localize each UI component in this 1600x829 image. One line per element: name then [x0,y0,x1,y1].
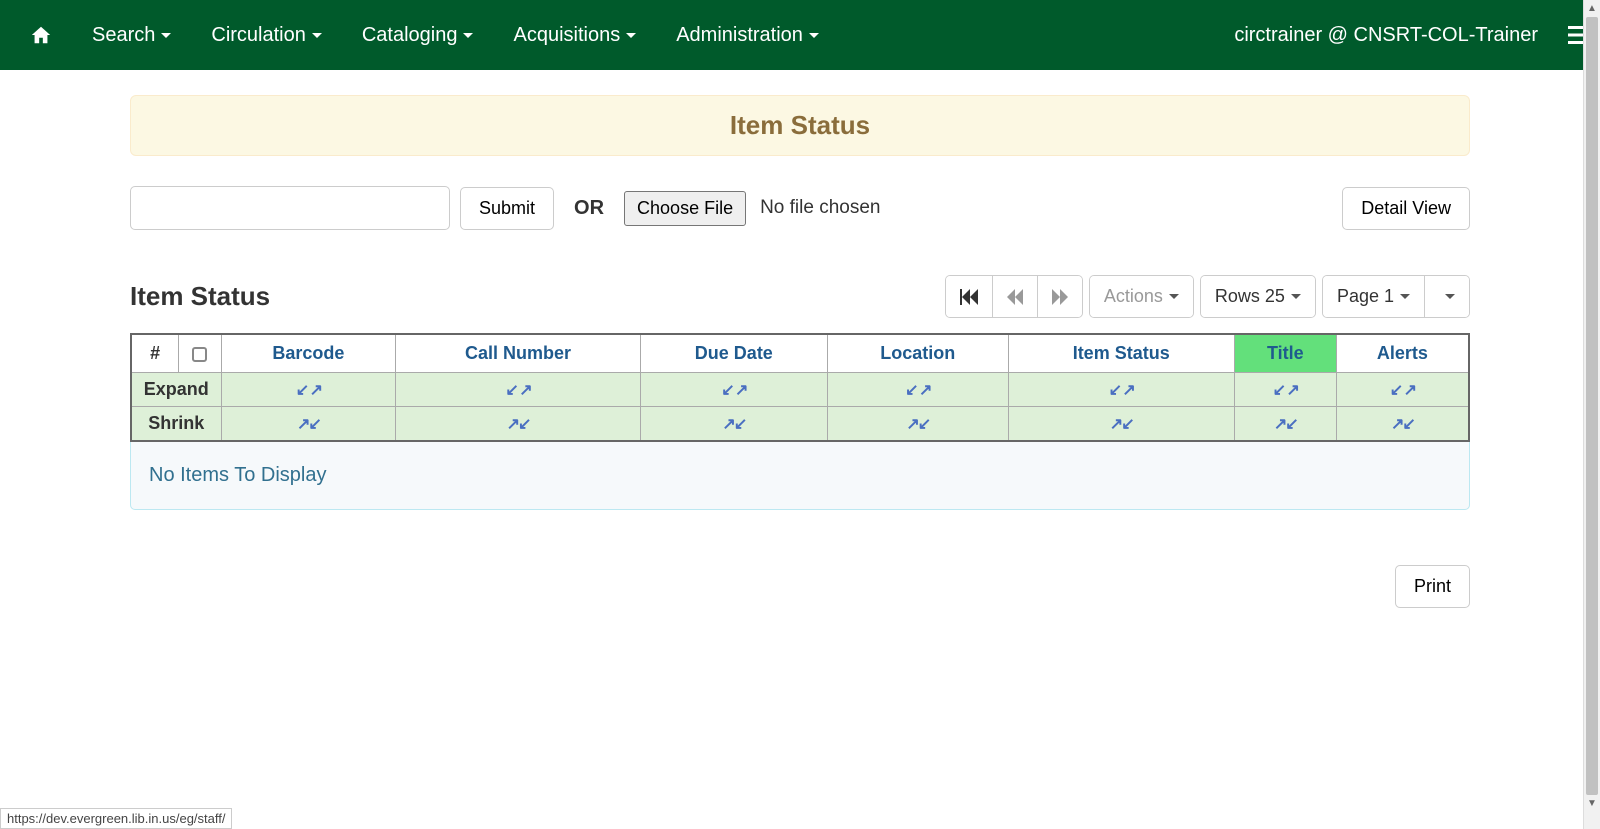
col-call-number[interactable]: Call Number [396,334,641,373]
print-row: Print [130,565,1470,608]
empty-message: No Items To Display [130,442,1470,510]
expand-label: Expand [131,373,221,407]
actions-dropdown[interactable]: Actions [1090,276,1193,317]
expand-cell[interactable]: ↙ ↗ [221,373,396,407]
expand-cell[interactable]: ↙ ↗ [1336,373,1469,407]
shrink-icon: ↗↙ [722,416,745,433]
nav-label: Cataloging [362,24,458,47]
expand-cell[interactable]: ↙ ↗ [1008,373,1234,407]
chevron-down-icon [1169,294,1179,299]
col-item-status[interactable]: Item Status [1008,334,1234,373]
detail-view-button[interactable]: Detail View [1342,187,1470,230]
grid-toolbar: Actions Rows 25 Page 1 [939,275,1470,318]
nav-search[interactable]: Search [72,0,191,70]
print-button[interactable]: Print [1395,565,1470,608]
nav-administration[interactable]: Administration [656,0,839,70]
nav-acquisitions[interactable]: Acquisitions [493,0,656,70]
nav-circulation[interactable]: Circulation [191,0,341,70]
choose-file-button[interactable]: Choose File [624,191,746,226]
scrollbar[interactable]: ▲ ▼ [1583,0,1600,829]
expand-icon: ↙ ↗ [1390,382,1415,399]
shrink-label: Shrink [131,407,221,442]
shrink-cell[interactable]: ↗↙ [640,407,827,442]
expand-row: Expand ↙ ↗ ↙ ↗ ↙ ↗ ↙ ↗ ↙ ↗ ↙ ↗ ↙ ↗ [131,373,1469,407]
user-label[interactable]: circtrainer @ CNSRT-COL-Trainer [1234,24,1538,47]
page-next-button[interactable] [1038,276,1082,317]
scroll-thumb[interactable] [1586,17,1598,795]
col-title[interactable]: Title [1234,334,1336,373]
expand-cell[interactable]: ↙ ↗ [396,373,641,407]
scroll-down-icon[interactable]: ▼ [1584,795,1600,812]
chevron-down-icon [1445,294,1455,299]
rows-label: Rows 25 [1215,286,1285,307]
status-bar: https://dev.evergreen.lib.in.us/eg/staff… [0,808,232,829]
expand-cell[interactable]: ↙ ↗ [1234,373,1336,407]
expand-icon: ↙ ↗ [505,382,530,399]
chevron-down-icon [312,33,322,38]
chevron-down-icon [1291,294,1301,299]
nav-left: Search Circulation Cataloging Acquisitio… [10,0,839,70]
chevron-down-icon [1400,294,1410,299]
shrink-icon: ↗↙ [1274,416,1297,433]
shrink-cell[interactable]: ↗↙ [827,407,1008,442]
chevron-down-icon [161,33,171,38]
chevron-down-icon [463,33,473,38]
nav-label: Administration [676,24,803,47]
expand-icon: ↙ ↗ [296,382,321,399]
shrink-icon: ↗↙ [1391,416,1414,433]
input-row: Submit OR Choose File No file chosen Det… [130,186,1470,230]
shrink-icon: ↗↙ [1110,416,1133,433]
nav-label: Acquisitions [513,24,620,47]
section-header: Item Status Actions Rows 25 Page 1 [130,275,1470,318]
col-location[interactable]: Location [827,334,1008,373]
page-title: Item Status [130,95,1470,156]
col-alerts[interactable]: Alerts [1336,334,1469,373]
shrink-cell[interactable]: ↗↙ [396,407,641,442]
expand-icon: ↙ ↗ [721,382,746,399]
shrink-icon: ↗↙ [906,416,929,433]
section-title: Item Status [130,281,270,312]
or-label: OR [574,197,604,220]
col-barcode[interactable]: Barcode [221,334,396,373]
page-first-button[interactable] [946,276,993,317]
shrink-cell[interactable]: ↗↙ [1336,407,1469,442]
actions-label: Actions [1104,286,1163,307]
shrink-cell[interactable]: ↗↙ [1234,407,1336,442]
grid: # Barcode Call Number Due Date Location … [130,333,1470,510]
submit-button[interactable]: Submit [460,187,554,230]
col-select-all[interactable] [179,334,221,373]
expand-icon: ↙ ↗ [905,382,930,399]
nav-cataloging[interactable]: Cataloging [342,0,494,70]
navbar: Search Circulation Cataloging Acquisitio… [0,0,1600,70]
checkbox-icon[interactable] [192,347,207,362]
col-due-date[interactable]: Due Date [640,334,827,373]
shrink-row: Shrink ↗↙ ↗↙ ↗↙ ↗↙ ↗↙ ↗↙ ↗↙ [131,407,1469,442]
page-prev-button[interactable] [993,276,1038,317]
expand-cell[interactable]: ↙ ↗ [640,373,827,407]
shrink-icon: ↗↙ [297,416,320,433]
shrink-icon: ↗↙ [507,416,530,433]
shrink-cell[interactable]: ↗↙ [1008,407,1234,442]
rows-dropdown[interactable]: Rows 25 [1201,276,1315,317]
header-row: # Barcode Call Number Due Date Location … [131,334,1469,373]
barcode-input[interactable] [130,186,450,230]
expand-icon: ↙ ↗ [1273,382,1298,399]
settings-dropdown[interactable] [1425,276,1469,317]
col-num[interactable]: # [131,334,179,373]
expand-cell[interactable]: ↙ ↗ [827,373,1008,407]
nav-right: circtrainer @ CNSRT-COL-Trainer [1234,24,1590,47]
page-label: Page 1 [1337,286,1394,307]
file-status: No file chosen [760,197,880,219]
nav-label: Circulation [211,24,305,47]
shrink-cell[interactable]: ↗↙ [221,407,396,442]
nav-label: Search [92,24,155,47]
page-dropdown[interactable]: Page 1 [1323,276,1425,317]
home-icon[interactable] [10,0,72,70]
chevron-down-icon [626,33,636,38]
scroll-up-icon[interactable]: ▲ [1584,0,1600,17]
chevron-down-icon [809,33,819,38]
expand-icon: ↙ ↗ [1109,382,1134,399]
